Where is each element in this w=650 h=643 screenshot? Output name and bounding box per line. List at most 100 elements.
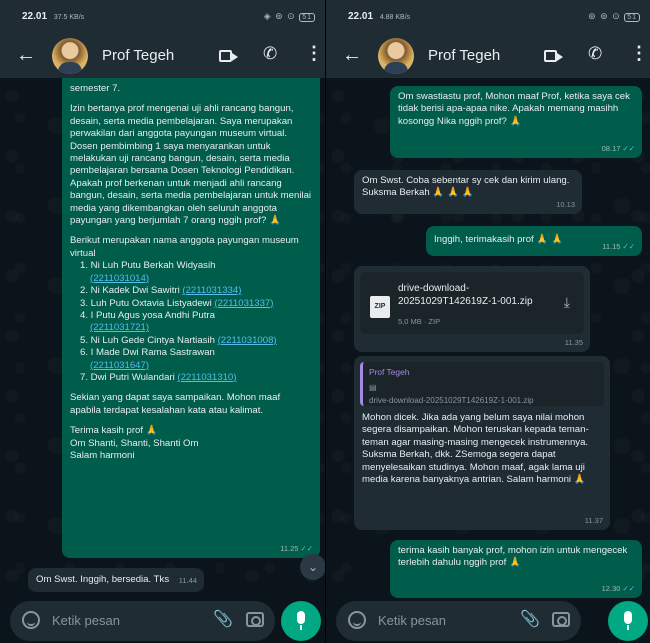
phone-call-icon[interactable]: ✆ [263, 44, 277, 64]
message-time: 08.17 ✓✓ [601, 143, 635, 153]
chat-header: ← Prof Tegeh ✆ ⋮ [0, 34, 325, 78]
message-input[interactable]: Ketik pesan [378, 613, 446, 628]
member-name: 6. I Made Dwi Rama Sastrawan [80, 347, 215, 359]
quoted-file: ▤ drive-download-20251029T142619Z-1-001.z… [369, 382, 598, 407]
quoted-sender: Prof Tegeh [369, 367, 410, 377]
quoted-message[interactable]: Prof Tegeh ▤ drive-download-20251029T1426… [360, 362, 604, 406]
read-ticks-icon: ✓✓ [622, 143, 635, 153]
message-text: terima kasih banyak prof, mohon izin unt… [398, 545, 628, 569]
read-ticks-icon: ✓✓ [622, 583, 635, 593]
nim-link[interactable]: (2211031647) [90, 360, 149, 371]
reply-bubble[interactable]: Om Swst. Inggih, bersedia. Tks 11.44 [28, 568, 204, 592]
back-arrow-icon[interactable]: ← [342, 44, 362, 67]
mic-button[interactable] [608, 601, 648, 641]
nim-link[interactable]: (2211031014) [90, 273, 149, 284]
message-time: 11.15 ✓✓ [602, 241, 635, 251]
zip-file-icon: ZIP [370, 296, 390, 318]
message-text: Inggih, terimakasih prof 🙏 🙏 [434, 234, 563, 245]
message-text: Salam harmoni [70, 449, 135, 461]
list-item: 2. Ni Kadek Dwi Sawitri (2211031334) [80, 285, 312, 297]
avatar[interactable] [378, 38, 414, 74]
message-time: 11.35 [564, 337, 583, 347]
nim-link[interactable]: (2211031721) [90, 322, 149, 333]
battery-icon: 51 [624, 13, 640, 22]
avatar[interactable] [52, 38, 88, 74]
member-name: 1. Ni Luh Putu Berkah Widyasih [80, 260, 216, 272]
attach-icon[interactable]: 📎 [213, 609, 233, 629]
phone-call-icon[interactable]: ✆ [588, 44, 602, 64]
video-call-icon[interactable] [219, 50, 238, 62]
quoted-file-name: drive-download-20251029T142619Z-1-001.zi… [369, 395, 534, 405]
message-text: Om Shanti, Shanti, Shanti Om [70, 437, 199, 449]
long-message-bubble[interactable]: semester 7. Izin bertanya prof mengenai … [62, 78, 320, 558]
video-call-icon[interactable] [544, 50, 563, 62]
message-bubble[interactable]: Om Swst. Coba sebentar sy cek dan kirim … [354, 170, 582, 214]
message-text: Mohon dicek. Jika ada yang belum saya ni… [362, 412, 589, 486]
message-text: Terima kasih prof 🙏 [70, 425, 158, 437]
contact-name[interactable]: Prof Tegeh [428, 47, 500, 64]
message-text: Om swastiastu prof, Mohon maaf Prof, ket… [398, 91, 630, 127]
status-icons: ◈ ⊚ ⊙ 51 [264, 11, 315, 22]
list-item: 4. I Putu Agus yosa Andhi Putra (22110317… [80, 310, 312, 335]
document-bubble[interactable]: ZIP drive-download-20251029T142619Z-1-00… [354, 266, 590, 352]
status-time: 22.01 [348, 11, 374, 22]
nim-link[interactable]: (2211031334) [182, 285, 241, 296]
contact-name[interactable]: Prof Tegeh [102, 47, 174, 64]
scroll-down-button[interactable]: ⌄ [300, 554, 325, 580]
message-time: 10.13 [556, 199, 575, 209]
camera-icon[interactable] [246, 612, 264, 627]
member-name: 4. I Putu Agus yosa Andhi Putra [80, 309, 215, 321]
mic-button[interactable] [281, 601, 321, 641]
message-input[interactable]: Ketik pesan [52, 613, 120, 628]
camera-icon[interactable] [552, 612, 570, 627]
battery-icon: 51 [299, 13, 315, 22]
attach-icon[interactable]: 📎 [520, 609, 540, 629]
status-bar: 22.01 37.5 KB/s ◈ ⊚ ⊙ 51 [0, 0, 325, 34]
network-speed: 4.88 KB/s [379, 14, 411, 21]
message-input-bar[interactable]: Ketik pesan 📎 [336, 601, 581, 641]
list-item: 1. Ni Luh Putu Berkah Widyasih (221103101… [80, 260, 312, 285]
status-time: 22.01 [22, 11, 48, 22]
list-item: 3. Luh Putu Oxtavia Listyadewi (22110313… [80, 298, 312, 310]
document-card[interactable]: ZIP drive-download-20251029T142619Z-1-00… [360, 272, 584, 334]
file-icon: ▤ [369, 383, 377, 393]
message-text: Om Swst. Coba sebentar sy cek dan kirim … [362, 175, 570, 199]
message-text: Om Swst. Inggih, bersedia. Tks [36, 574, 170, 585]
emoji-icon[interactable] [348, 611, 366, 629]
read-ticks-icon: ✓✓ [300, 543, 313, 553]
chat-header: ← Prof Tegeh ✆ ⋮ [326, 34, 650, 78]
list-item: 6. I Made Dwi Rama Sastrawan (2211031647) [80, 347, 312, 372]
left-screen: 22.01 37.5 KB/s ◈ ⊚ ⊙ 51 ← Prof Tegeh ✆ … [0, 0, 325, 643]
list-item: 5. Ni Luh Gede Cintya Nartiasih (2211031… [80, 335, 312, 347]
member-name: 5. Ni Luh Gede Cintya Nartiasih [80, 334, 215, 346]
nim-link[interactable]: (2211031337) [214, 298, 273, 309]
nim-link[interactable]: (2211031310) [177, 372, 236, 383]
message-text: semester 7. [70, 83, 121, 94]
more-options-icon[interactable]: ⋮ [630, 44, 648, 62]
read-ticks-icon: ✓✓ [622, 241, 635, 251]
right-screen: 22.01 4.88 KB/s ⊛ ⊚ ⊙ 51 ← Prof Tegeh ✆ … [325, 0, 650, 643]
back-arrow-icon[interactable]: ← [16, 44, 36, 67]
message-bubble[interactable]: Om swastiastu prof, Mohon maaf Prof, ket… [390, 86, 642, 158]
more-options-icon[interactable]: ⋮ [305, 44, 323, 62]
reply-message-bubble[interactable]: Prof Tegeh ▤ drive-download-20251029T1426… [354, 356, 610, 530]
nim-link[interactable]: (2211031008) [218, 335, 277, 346]
member-name: 7. Dwi Putri Wulandari [80, 371, 175, 383]
message-bubble[interactable]: terima kasih banyak prof, mohon izin unt… [390, 540, 642, 598]
message-time: 12.30 ✓✓ [601, 583, 635, 593]
download-icon[interactable]: ⤓ [564, 295, 570, 309]
status-bar: 22.01 4.88 KB/s ⊛ ⊚ ⊙ 51 [326, 0, 650, 34]
status-icons: ⊛ ⊚ ⊙ 51 [588, 11, 640, 22]
message-bubble[interactable]: Inggih, terimakasih prof 🙏 🙏 11.15 ✓✓ [426, 226, 642, 256]
emoji-icon[interactable] [22, 611, 40, 629]
message-text: Izin bertanya prof mengenai uji ahli ran… [70, 103, 312, 227]
member-list: 1. Ni Luh Putu Berkah Widyasih (221103101… [80, 260, 312, 384]
message-time: 11.37 [584, 515, 603, 525]
message-text: Berikut merupakan nama anggota payungan … [70, 235, 299, 259]
message-input-bar[interactable]: Ketik pesan 📎 [10, 601, 275, 641]
message-text: Sekian yang dapat saya sampaikan. Mohon … [70, 392, 281, 416]
message-time: 11.44 [178, 575, 197, 585]
list-item: 7. Dwi Putri Wulandari (2211031310) [80, 372, 312, 384]
file-meta: 5,0 MB · ZIP [398, 317, 441, 326]
member-name: 3. Luh Putu Oxtavia Listyadewi [80, 297, 212, 309]
